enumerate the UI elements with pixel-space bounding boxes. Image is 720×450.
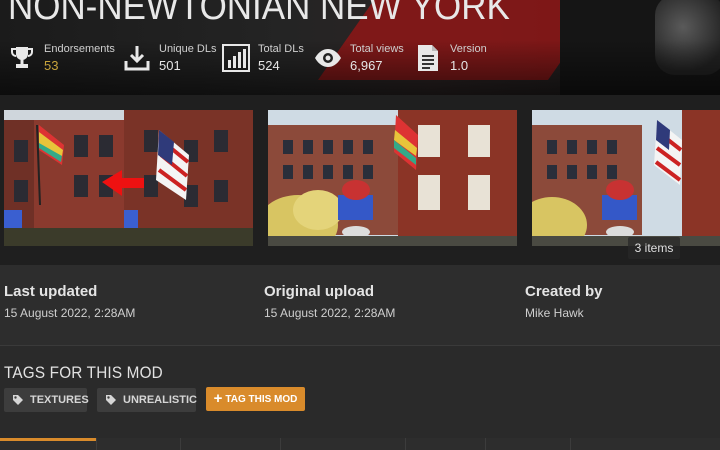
stat-unique-downloads: Unique DLs 501 [121,38,216,78]
divider [0,345,720,346]
stat-total-views: Total views 6,967 [312,38,404,78]
tag-unrealistic[interactable]: UNREALISTIC [97,388,197,412]
author-name: Mike Hawk [525,306,584,320]
gallery-image-3[interactable] [532,110,720,246]
tag-icon [12,394,24,406]
created-by: Created by Mike Hawk [525,283,603,320]
active-tab-indicator [0,438,96,441]
download-icon [121,42,153,74]
stat-endorsements: Endorsements 53 [6,38,115,78]
last-updated: Last updated 15 August 2022, 2:28AM [4,283,136,320]
version-value: 1.0 [450,58,469,73]
tab-bar [0,438,720,450]
tag-icon [105,394,117,406]
tag-textures[interactable]: TEXTURES [4,388,89,412]
bar-chart-icon [220,42,252,74]
mod-header: NON-NEWTONIAN NEW YORK Endorsements 53 U… [0,0,720,95]
mod-title: NON-NEWTONIAN NEW YORK [8,0,510,28]
tag-this-mod-button[interactable]: + TAG THIS MOD [206,387,305,411]
tags-heading: TAGS FOR THIS MOD [4,363,163,382]
original-upload-date: 15 August 2022, 2:28AM [264,306,396,320]
original-upload: Original upload 15 August 2022, 2:28AM [264,283,396,320]
last-updated-date: 15 August 2022, 2:28AM [4,306,136,320]
eye-icon [312,42,344,74]
unique-downloads-count: 501 [159,58,181,73]
gallery-count-badge[interactable]: 3 items [628,237,680,259]
mod-meta: Last updated 15 August 2022, 2:28AM Orig… [0,265,720,345]
total-views-count: 6,967 [350,58,383,73]
plus-icon: + [213,390,223,407]
stat-total-downloads: Total DLs 524 [220,38,304,78]
trophy-icon [6,42,38,74]
total-downloads-count: 524 [258,58,280,73]
endorsements-count: 53 [44,58,59,73]
gallery-image-1[interactable] [4,110,253,246]
gallery-image-2[interactable] [268,110,517,246]
stat-version: Version 1.0 [412,38,487,78]
document-icon [412,42,444,74]
image-gallery [0,95,720,265]
